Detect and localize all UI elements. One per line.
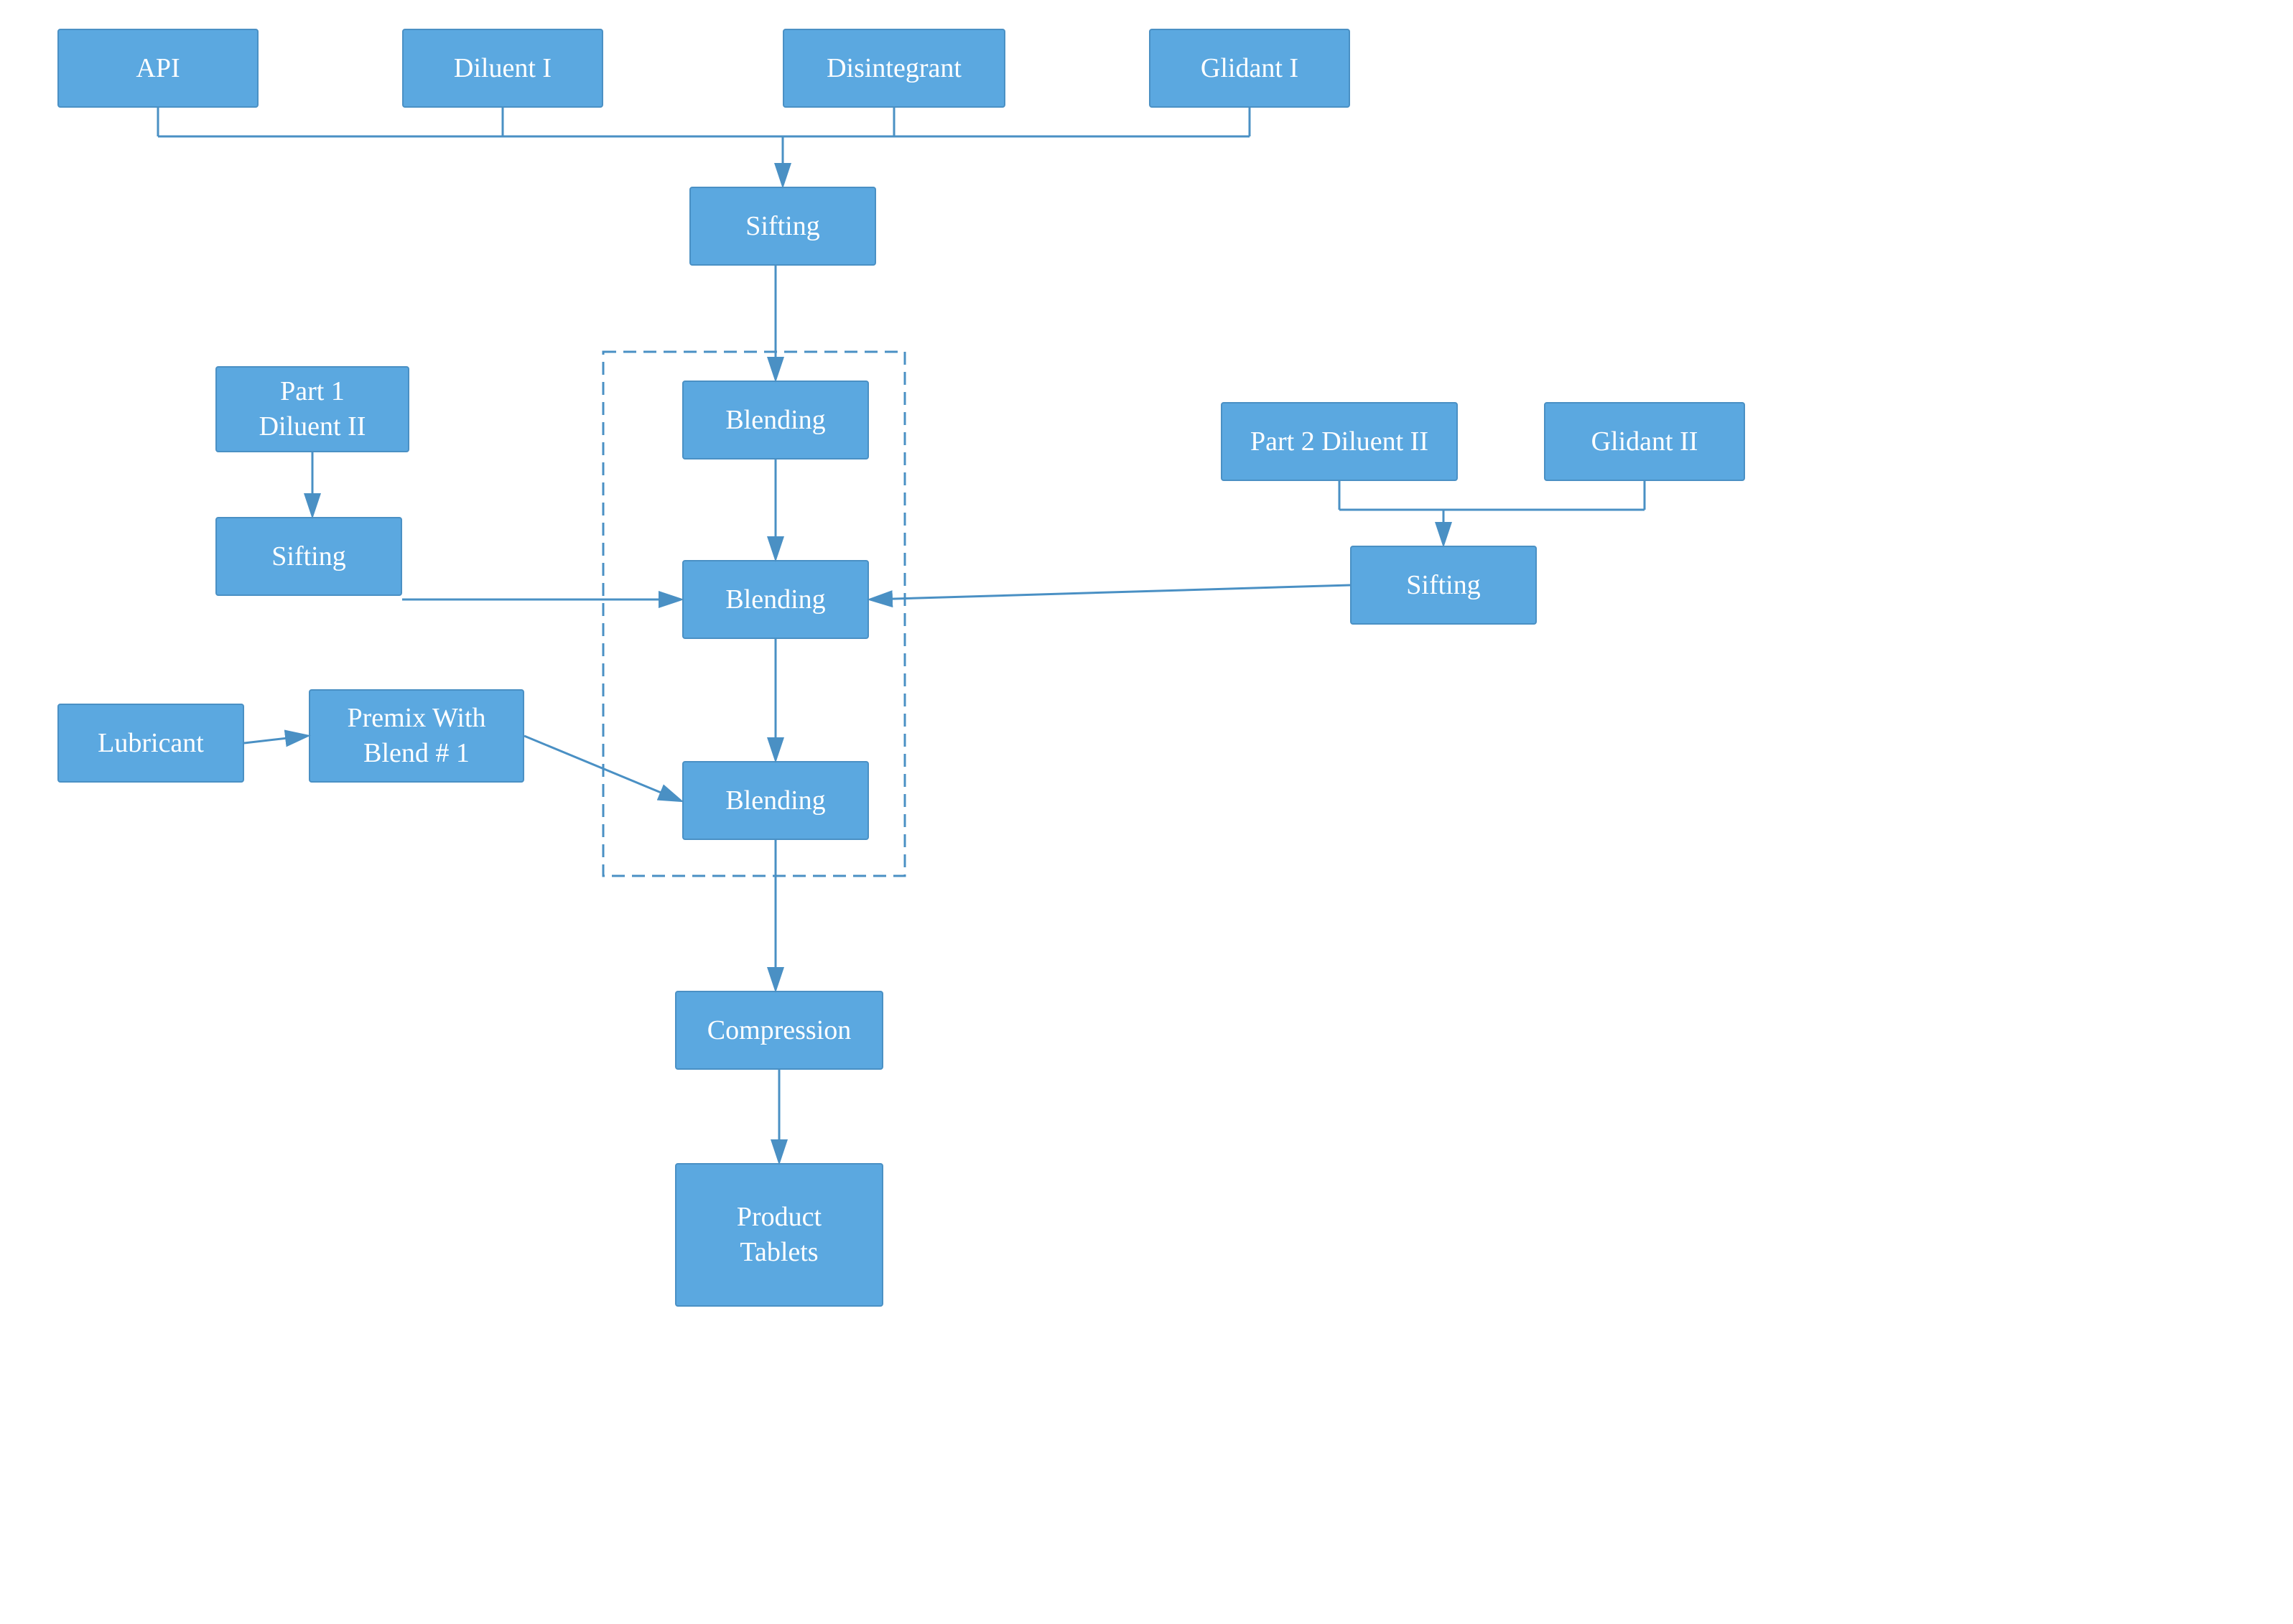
part1diluent2-box: Part 1Diluent II <box>215 366 409 452</box>
disintegrant-box: Disintegrant <box>783 29 1005 108</box>
part2diluent2-box: Part 2 Diluent II <box>1221 402 1458 481</box>
flowchart-arrows <box>0 0 2293 1624</box>
compression-box: Compression <box>675 991 883 1070</box>
glidant1-box: Glidant I <box>1149 29 1350 108</box>
lubricant-box: Lubricant <box>57 704 244 783</box>
premix-box: Premix WithBlend # 1 <box>309 689 524 783</box>
glidant2-box: Glidant II <box>1544 402 1745 481</box>
diluent1-box: Diluent I <box>402 29 603 108</box>
product-box: ProductTablets <box>675 1163 883 1307</box>
blending2-box: Blending <box>682 560 869 639</box>
api-box: API <box>57 29 259 108</box>
sifting2-box: Sifting <box>215 517 402 596</box>
sifting3-box: Sifting <box>1350 546 1537 625</box>
blending3-box: Blending <box>682 761 869 840</box>
blending1-box: Blending <box>682 381 869 459</box>
sifting1-box: Sifting <box>689 187 876 266</box>
